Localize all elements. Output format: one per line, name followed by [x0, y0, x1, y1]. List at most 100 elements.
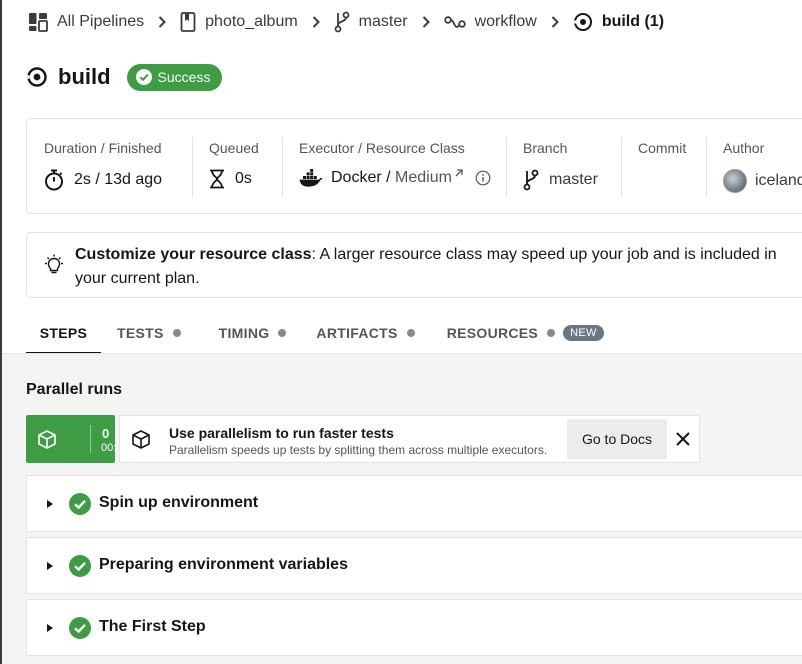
step-row[interactable]: The First Step: [26, 599, 802, 656]
queued-label: Queued: [209, 140, 259, 156]
status-label: Success: [157, 69, 211, 85]
tab-label: RESOURCES: [446, 325, 539, 341]
queued-section: Queued 0s: [192, 119, 282, 215]
executor-value: Docker / Medium: [331, 169, 452, 187]
info-icon[interactable]: [475, 170, 491, 186]
executor-value-row: Docker / Medium: [299, 169, 491, 187]
workflow-icon: [443, 16, 466, 28]
check-circle-icon: [69, 617, 91, 639]
commit-section: Commit: [621, 119, 706, 215]
branch-value: master: [549, 171, 598, 188]
external-link-icon[interactable]: [455, 169, 463, 177]
step-row[interactable]: Spin up environment: [26, 475, 802, 532]
branch-icon: [523, 169, 539, 191]
queued-value: 0s: [235, 170, 252, 187]
caret-right-icon[interactable]: [47, 562, 53, 570]
breadcrumb-workflow[interactable]: workflow: [443, 13, 537, 31]
branch-section: Branch master: [506, 119, 621, 215]
parallelism-tip: Use parallelism to run faster tests Para…: [119, 415, 700, 463]
banner-message: Customize your resource class: A larger …: [75, 243, 802, 291]
banner-title: Customize your resource class: [75, 246, 312, 263]
commit-label: Commit: [638, 140, 687, 156]
executor-label: Executor / Resource Class: [299, 140, 465, 156]
author-name: iceland: [755, 172, 802, 189]
parallel-run-tile[interactable]: 0 00:01: [26, 415, 129, 463]
author-section: Author iceland: [706, 119, 802, 215]
caret-right-icon[interactable]: [47, 624, 53, 632]
chevron-right-icon: [312, 16, 320, 28]
run-index: 0: [102, 426, 110, 441]
tab-label: TIMING: [218, 325, 270, 341]
tab-indicator-dot: [406, 329, 415, 337]
breadcrumb: All Pipelines photo_album master workflo…: [28, 10, 664, 34]
author-value-row: iceland: [723, 169, 802, 193]
step-row[interactable]: Preparing environment variables: [26, 537, 802, 594]
breadcrumb-job: build (1): [572, 12, 665, 32]
tab-label: TESTS: [117, 325, 164, 341]
tab-indicator-dot: [172, 329, 181, 337]
branch-icon: [334, 11, 350, 33]
chevron-right-icon: [551, 16, 559, 28]
chevron-right-icon: [158, 16, 167, 28]
step-name: Preparing environment variables: [99, 556, 348, 573]
tab-indicator-dot: [547, 329, 556, 337]
check-circle-icon: [69, 555, 91, 577]
job-tabs: STEPS TESTS TIMING ARTIFACTS RESOURCES N…: [26, 312, 604, 355]
executor-type: Docker /: [331, 169, 396, 186]
chevron-right-icon: [422, 16, 430, 28]
container-cube-icon: [38, 430, 56, 449]
tab-tests[interactable]: TESTS: [117, 312, 181, 354]
check-circle-icon: [135, 69, 152, 85]
branch-value-row[interactable]: master: [523, 169, 598, 191]
duration-value-row: 2s / 13d ago: [44, 169, 162, 191]
breadcrumb-label: build (1): [601, 13, 665, 30]
tip-subtitle: Parallelism speeds up tests by splitting…: [169, 443, 548, 457]
tab-artifacts[interactable]: ARTIFACTS: [316, 312, 415, 354]
duration-section: Duration / Finished 2s / 13d ago: [27, 119, 192, 215]
caret-right-icon[interactable]: [47, 500, 53, 508]
parallel-runs-heading: Parallel runs: [26, 381, 123, 398]
lightbulb-icon: [45, 254, 63, 274]
tab-label: ARTIFACTS: [316, 325, 398, 341]
executor-section: Executor / Resource Class Docker / Mediu…: [282, 119, 506, 215]
breadcrumb-label: master: [358, 13, 408, 30]
tab-label: STEPS: [39, 325, 88, 341]
breadcrumb-project[interactable]: photo_album: [180, 12, 298, 32]
tab-indicator-dot: [278, 329, 287, 337]
job-icon: [572, 13, 592, 31]
bookmark-icon: [180, 12, 196, 32]
branch-label: Branch: [523, 140, 568, 156]
docker-icon: [299, 169, 323, 187]
tab-resources[interactable]: RESOURCES NEW: [447, 312, 604, 354]
step-name: Spin up environment: [99, 494, 259, 511]
tip-title: Use parallelism to run faster tests: [169, 425, 394, 441]
status-badge: Success: [126, 63, 223, 91]
job-details-card: Duration / Finished 2s / 13d ago Queued …: [26, 118, 802, 214]
stopwatch-icon: [45, 169, 63, 191]
breadcrumb-branch[interactable]: master: [334, 11, 408, 33]
job-icon: [26, 67, 47, 87]
breadcrumb-label: All Pipelines: [57, 13, 145, 30]
duration-value: 2s / 13d ago: [74, 171, 163, 188]
avatar: [723, 169, 747, 193]
new-badge: NEW: [563, 325, 604, 341]
resource-class-link[interactable]: Medium: [395, 169, 452, 186]
resource-class-banner: Customize your resource class: A larger …: [26, 232, 802, 298]
author-label: Author: [723, 140, 765, 156]
pipelines-grid-icon: [29, 13, 48, 32]
tile-divider: [90, 425, 91, 453]
breadcrumb-all-pipelines[interactable]: All Pipelines: [28, 12, 144, 32]
tab-timing[interactable]: TIMING: [219, 312, 287, 354]
close-icon[interactable]: [674, 430, 692, 448]
tab-steps[interactable]: STEPS: [26, 312, 101, 355]
queued-value-row: 0s: [209, 169, 252, 189]
step-name: The First Step: [99, 618, 206, 635]
breadcrumb-label: photo_album: [205, 13, 298, 30]
page-title: build: [58, 64, 111, 89]
go-to-docs-button[interactable]: Go to Docs: [567, 419, 667, 459]
breadcrumb-label: workflow: [474, 13, 537, 30]
container-cube-icon: [132, 430, 150, 449]
hourglass-icon: [210, 169, 224, 189]
duration-label: Duration / Finished: [44, 140, 162, 156]
job-header: build Success: [26, 62, 223, 92]
